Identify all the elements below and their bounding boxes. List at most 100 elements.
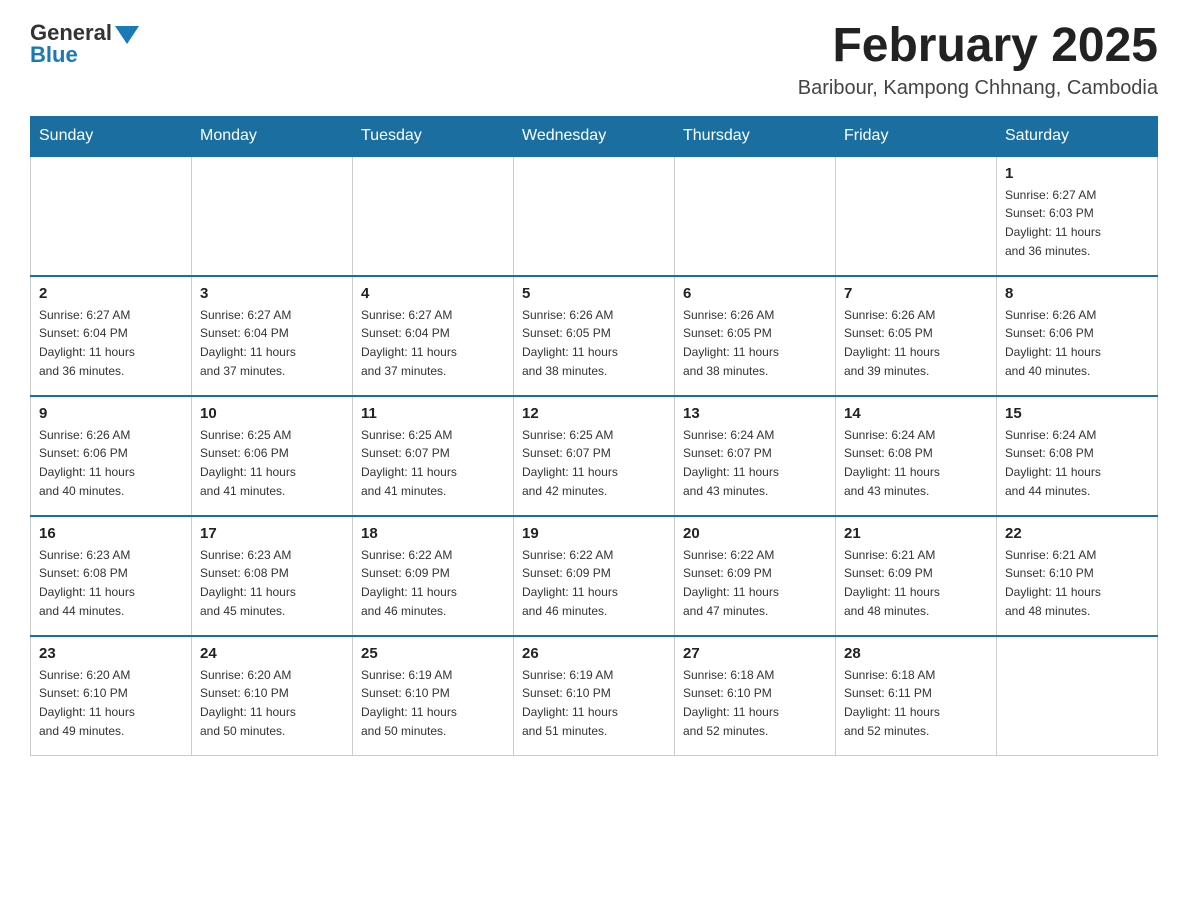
day-info: Sunrise: 6:24 AM Sunset: 6:07 PM Dayligh… [683,426,827,500]
day-of-week-header: Friday [836,116,997,156]
day-number: 5 [522,285,666,302]
logo-arrow-icon [115,26,139,44]
calendar-week-row: 1 Sunrise: 6:27 AM Sunset: 6:03 PM Daylig… [31,156,1158,276]
calendar-day-cell: 9 Sunrise: 6:26 AM Sunset: 6:06 PM Daylig… [31,396,192,516]
day-number: 27 [683,645,827,662]
calendar-day-cell: 14 Sunrise: 6:24 AM Sunset: 6:08 PM Dayli… [836,396,997,516]
day-number: 25 [361,645,505,662]
day-number: 19 [522,525,666,542]
day-of-week-header: Monday [192,116,353,156]
day-info: Sunrise: 6:26 AM Sunset: 6:05 PM Dayligh… [683,306,827,380]
calendar-day-cell: 12 Sunrise: 6:25 AM Sunset: 6:07 PM Dayli… [514,396,675,516]
day-info: Sunrise: 6:19 AM Sunset: 6:10 PM Dayligh… [361,666,505,740]
calendar-day-cell: 11 Sunrise: 6:25 AM Sunset: 6:07 PM Dayli… [353,396,514,516]
day-of-week-header: Wednesday [514,116,675,156]
calendar-day-cell [31,156,192,276]
calendar-day-cell: 16 Sunrise: 6:23 AM Sunset: 6:08 PM Dayli… [31,516,192,636]
day-number: 10 [200,405,344,422]
day-info: Sunrise: 6:26 AM Sunset: 6:06 PM Dayligh… [1005,306,1149,380]
day-number: 20 [683,525,827,542]
day-info: Sunrise: 6:27 AM Sunset: 6:04 PM Dayligh… [361,306,505,380]
calendar-week-row: 2 Sunrise: 6:27 AM Sunset: 6:04 PM Daylig… [31,276,1158,396]
calendar-day-cell: 25 Sunrise: 6:19 AM Sunset: 6:10 PM Dayli… [353,636,514,756]
calendar-day-cell: 3 Sunrise: 6:27 AM Sunset: 6:04 PM Daylig… [192,276,353,396]
day-info: Sunrise: 6:25 AM Sunset: 6:07 PM Dayligh… [522,426,666,500]
day-info: Sunrise: 6:27 AM Sunset: 6:03 PM Dayligh… [1005,186,1149,260]
calendar-day-cell: 24 Sunrise: 6:20 AM Sunset: 6:10 PM Dayli… [192,636,353,756]
calendar-day-cell: 4 Sunrise: 6:27 AM Sunset: 6:04 PM Daylig… [353,276,514,396]
day-number: 28 [844,645,988,662]
day-number: 1 [1005,165,1149,182]
day-number: 24 [200,645,344,662]
day-info: Sunrise: 6:26 AM Sunset: 6:06 PM Dayligh… [39,426,183,500]
calendar-day-cell: 28 Sunrise: 6:18 AM Sunset: 6:11 PM Dayli… [836,636,997,756]
day-number: 12 [522,405,666,422]
logo-blue-text: Blue [30,42,78,68]
day-of-week-header: Thursday [675,116,836,156]
day-number: 17 [200,525,344,542]
calendar-day-cell: 15 Sunrise: 6:24 AM Sunset: 6:08 PM Dayli… [997,396,1158,516]
calendar-day-cell: 23Sunrise: 6:20 AM Sunset: 6:10 PM Dayli… [31,636,192,756]
day-number: 8 [1005,285,1149,302]
calendar-day-cell: 18 Sunrise: 6:22 AM Sunset: 6:09 PM Dayli… [353,516,514,636]
calendar-week-row: 16 Sunrise: 6:23 AM Sunset: 6:08 PM Dayli… [31,516,1158,636]
day-number: 4 [361,285,505,302]
calendar-day-cell: 7 Sunrise: 6:26 AM Sunset: 6:05 PM Daylig… [836,276,997,396]
day-number: 15 [1005,405,1149,422]
day-of-week-header: Sunday [31,116,192,156]
day-info: Sunrise: 6:23 AM Sunset: 6:08 PM Dayligh… [200,546,344,620]
calendar-day-cell: 6 Sunrise: 6:26 AM Sunset: 6:05 PM Daylig… [675,276,836,396]
calendar-day-cell: 1 Sunrise: 6:27 AM Sunset: 6:03 PM Daylig… [997,156,1158,276]
calendar-day-cell: 27 Sunrise: 6:18 AM Sunset: 6:10 PM Dayli… [675,636,836,756]
calendar-week-row: 9 Sunrise: 6:26 AM Sunset: 6:06 PM Daylig… [31,396,1158,516]
day-number: 26 [522,645,666,662]
day-number: 2 [39,285,183,302]
day-info: Sunrise: 6:22 AM Sunset: 6:09 PM Dayligh… [683,546,827,620]
calendar-day-cell: 19 Sunrise: 6:22 AM Sunset: 6:09 PM Dayli… [514,516,675,636]
day-number: 3 [200,285,344,302]
day-number: 11 [361,405,505,422]
calendar-table: SundayMondayTuesdayWednesdayThursdayFrid… [30,116,1158,757]
day-info: Sunrise: 6:22 AM Sunset: 6:09 PM Dayligh… [522,546,666,620]
calendar-day-cell [997,636,1158,756]
day-number: 9 [39,405,183,422]
day-info: Sunrise: 6:22 AM Sunset: 6:09 PM Dayligh… [361,546,505,620]
day-info: Sunrise: 6:18 AM Sunset: 6:11 PM Dayligh… [844,666,988,740]
day-number: 13 [683,405,827,422]
calendar-day-cell: 13 Sunrise: 6:24 AM Sunset: 6:07 PM Dayli… [675,396,836,516]
day-info: Sunrise: 6:23 AM Sunset: 6:08 PM Dayligh… [39,546,183,620]
day-of-week-header: Tuesday [353,116,514,156]
calendar-day-cell: 21 Sunrise: 6:21 AM Sunset: 6:09 PM Dayli… [836,516,997,636]
day-number: 18 [361,525,505,542]
day-info: Sunrise: 6:24 AM Sunset: 6:08 PM Dayligh… [844,426,988,500]
calendar-day-cell: 17 Sunrise: 6:23 AM Sunset: 6:08 PM Dayli… [192,516,353,636]
page-header: General Blue February 2025 Baribour, Kam… [30,20,1158,100]
calendar-day-cell [514,156,675,276]
day-number: 22 [1005,525,1149,542]
day-info: Sunrise: 6:20 AM Sunset: 6:10 PM Dayligh… [200,666,344,740]
calendar-day-cell [192,156,353,276]
day-number: 7 [844,285,988,302]
day-number: 16 [39,525,183,542]
calendar-day-cell: 8 Sunrise: 6:26 AM Sunset: 6:06 PM Daylig… [997,276,1158,396]
calendar-day-cell: 10 Sunrise: 6:25 AM Sunset: 6:06 PM Dayli… [192,396,353,516]
day-number: 21 [844,525,988,542]
calendar-day-cell: 2 Sunrise: 6:27 AM Sunset: 6:04 PM Daylig… [31,276,192,396]
calendar-day-cell [836,156,997,276]
calendar-day-cell: 5Sunrise: 6:26 AM Sunset: 6:05 PM Daylig… [514,276,675,396]
day-info: Sunrise: 6:24 AM Sunset: 6:08 PM Dayligh… [1005,426,1149,500]
day-info: Sunrise: 6:21 AM Sunset: 6:09 PM Dayligh… [844,546,988,620]
day-info: Sunrise: 6:27 AM Sunset: 6:04 PM Dayligh… [200,306,344,380]
day-info: Sunrise: 6:25 AM Sunset: 6:06 PM Dayligh… [200,426,344,500]
calendar-header-row: SundayMondayTuesdayWednesdayThursdayFrid… [31,116,1158,156]
calendar-day-cell [675,156,836,276]
day-info: Sunrise: 6:18 AM Sunset: 6:10 PM Dayligh… [683,666,827,740]
calendar-day-cell: 22Sunrise: 6:21 AM Sunset: 6:10 PM Dayli… [997,516,1158,636]
day-number: 14 [844,405,988,422]
calendar-day-cell: 26Sunrise: 6:19 AM Sunset: 6:10 PM Dayli… [514,636,675,756]
day-number: 23 [39,645,183,662]
day-number: 6 [683,285,827,302]
day-info: Sunrise: 6:26 AM Sunset: 6:05 PM Dayligh… [844,306,988,380]
day-info: Sunrise: 6:27 AM Sunset: 6:04 PM Dayligh… [39,306,183,380]
day-info: Sunrise: 6:25 AM Sunset: 6:07 PM Dayligh… [361,426,505,500]
